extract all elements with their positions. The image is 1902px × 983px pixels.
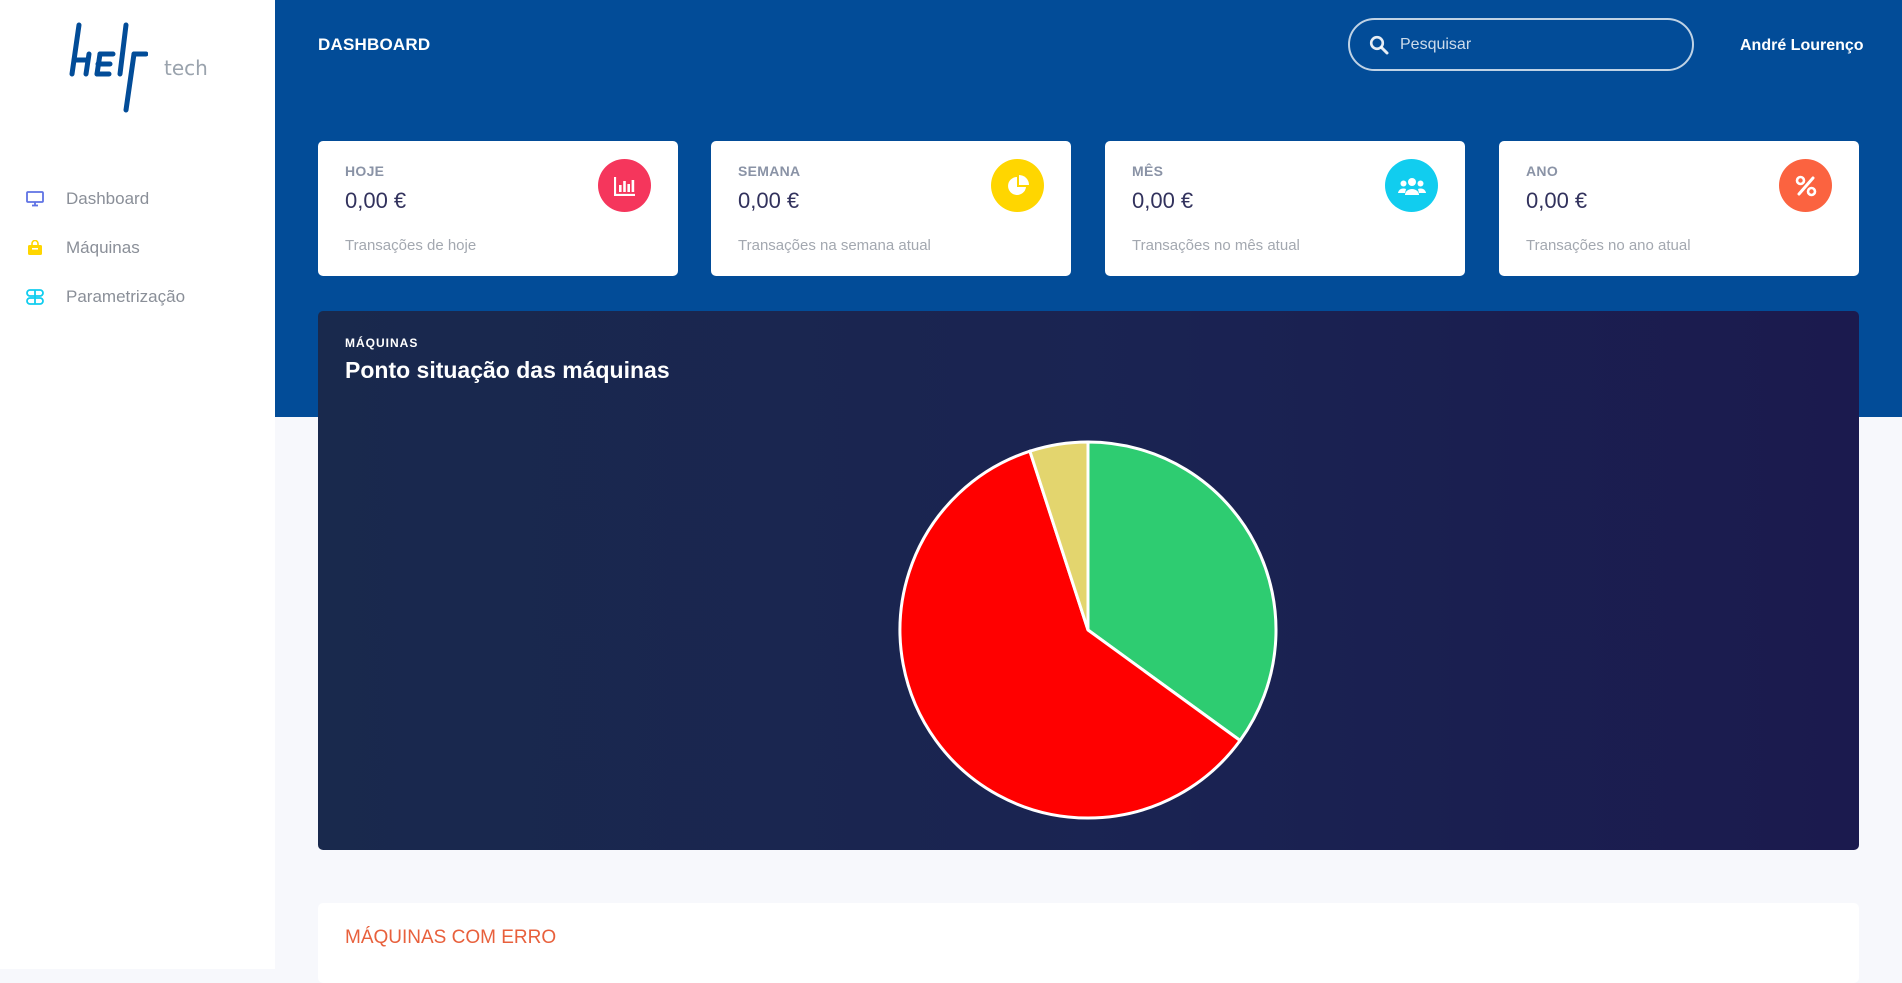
logo-suffix: tech [164,56,208,80]
percent-icon [1779,159,1832,212]
sidebar-item-parametrizacao[interactable]: Parametrização [0,272,275,321]
stat-card-hoje: HOJE 0,00 € Transações de hoje [318,141,678,276]
stat-description: Transações no mês atual [1132,237,1300,254]
machines-error-panel: MÁQUINAS COM ERRO [318,903,1859,983]
search-icon [1369,35,1389,54]
machines-chart-panel: MÁQUINAS Ponto situação das máquinas [318,311,1859,850]
monitor-icon [25,189,45,209]
stat-description: Transações no ano atual [1526,237,1691,254]
shopping-bag-icon [25,238,45,258]
page-title[interactable]: DASHBOARD [318,35,430,55]
brand-logo[interactable]: tech [68,20,218,115]
sidebar-nav: Dashboard Máquinas Parametrização [0,174,275,321]
logo-mark-icon [69,22,148,113]
sidebar-item-label: Parametrização [66,286,186,306]
stat-card-ano: ANO 0,00 € Transações no ano atual [1499,141,1859,276]
errors-panel-title: MÁQUINAS COM ERRO [345,927,557,948]
search-input[interactable] [1398,34,1682,55]
bar-chart-icon [598,159,651,212]
pie-chart-icon [991,159,1044,212]
search-box[interactable] [1348,18,1694,71]
user-menu[interactable]: André Lourenço [1740,37,1864,55]
stat-card-mes: MÊS 0,00 € Transações no mês atual [1105,141,1465,276]
settings-grid-icon [25,287,45,307]
stat-description: Transações de hoje [345,237,477,254]
sidebar: tech Dashboard Máquinas Parametrização [0,0,275,969]
sidebar-item-dashboard[interactable]: Dashboard [0,174,275,223]
sidebar-item-label: Máquinas [66,237,140,257]
stat-card-semana: SEMANA 0,00 € Transações na semana atual [711,141,1071,276]
sidebar-item-maquinas[interactable]: Máquinas [0,223,275,272]
users-icon [1385,159,1438,212]
machines-pie-chart [898,440,1278,820]
stat-description: Transações na semana atual [738,237,931,254]
sidebar-item-label: Dashboard [66,188,150,208]
